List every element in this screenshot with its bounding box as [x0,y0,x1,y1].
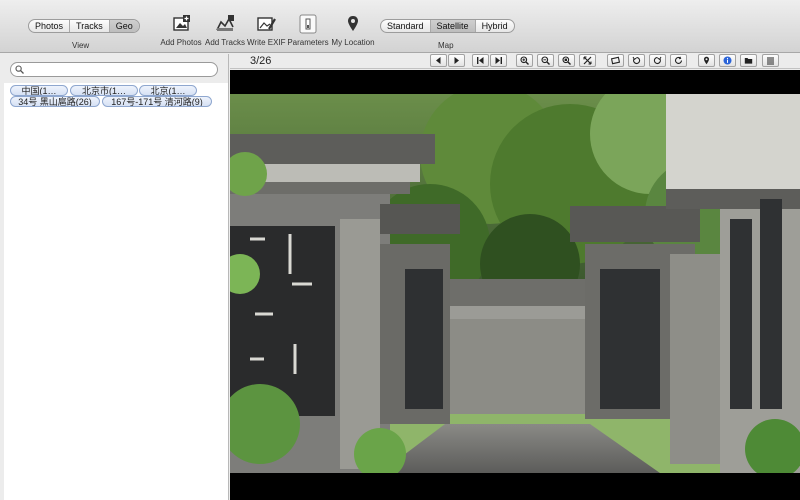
folder-icon [744,58,753,64]
location-button[interactable] [698,54,715,67]
rotate-left-icon [632,56,641,64]
tab-hybrid[interactable]: Hybrid [476,20,514,32]
geo-tag-beijing-city[interactable]: 北京市(1… [70,85,138,96]
map-group-label: Map [438,41,454,50]
map-type-segmented-control[interactable]: Standard Satellite Hybrid [380,19,515,33]
geo-tag-list: 中国(1… 北京市(1… 北京(1… 34号 黑山扈路(26) 167号-171… [4,83,228,500]
zoom-in-icon [520,56,529,65]
first-photo-button[interactable] [472,54,489,67]
write-exif-icon [257,17,276,31]
fullscreen-button[interactable] [579,54,596,67]
tab-tracks[interactable]: Tracks [70,20,110,32]
tab-geo[interactable]: Geo [109,20,139,32]
crop-icon [611,56,620,65]
zoom-fit-icon [562,56,571,65]
geo-tag-china[interactable]: 中国(1… [10,85,68,96]
write-exif-button[interactable]: Write EXIF [247,14,286,47]
sidebar: 中国(1… 北京市(1… 北京(1… 34号 黑山扈路(26) 167号-171… [0,54,229,500]
my-location-label: My Location [331,38,375,47]
list-button[interactable] [762,54,779,67]
tab-satellite[interactable]: Satellite [430,20,476,32]
info-icon [723,56,732,65]
next-photo-button[interactable] [448,54,465,67]
parameters-button[interactable]: Parameters [287,14,329,47]
list-icon [767,57,774,65]
parameters-icon [299,14,317,34]
crop-button[interactable] [607,54,624,67]
geo-tag-heishanhu-road[interactable]: 34号 黑山扈路(26) [10,96,100,107]
info-button[interactable] [719,54,736,67]
rotate-right-icon [653,56,662,64]
view-segmented-control[interactable]: Photos Tracks Geo [28,19,140,33]
refresh-icon [674,56,683,64]
add-tracks-label: Add Tracks [204,38,245,47]
location-pin-icon [704,56,709,65]
add-photos-label: Add Photos [160,38,202,47]
zoom-fit-button[interactable] [558,54,575,67]
last-icon [495,57,502,64]
tab-photos[interactable]: Photos [29,20,71,32]
prev-icon [436,57,441,64]
parameters-label: Parameters [287,38,329,47]
search-icon [15,65,24,74]
location-pin-icon [348,16,358,31]
rotate-left-button[interactable] [628,54,645,67]
photo-counter: 3/26 [250,55,272,67]
photo-image [230,94,800,473]
search-input[interactable] [27,64,213,75]
add-photos-button[interactable]: Add Photos [158,14,204,47]
my-location-button[interactable]: My Location [331,14,375,47]
rotate-right-button[interactable] [649,54,666,67]
write-exif-label: Write EXIF [247,38,286,47]
search-field[interactable] [10,62,218,77]
toolbar: Photos Tracks Geo View Add Photos Add Tr… [0,0,800,53]
fullscreen-icon [583,56,592,65]
folder-button[interactable] [740,54,757,67]
next-icon [454,57,459,64]
last-photo-button[interactable] [490,54,507,67]
viewer-toolbar: 3/26 [230,54,800,69]
view-group-label: View [72,41,90,50]
add-tracks-button[interactable]: Add Tracks [204,14,246,47]
geo-tag-beijing[interactable]: 北京(1… [139,85,197,96]
geo-tag-qinghe-road[interactable]: 167号-171号 清河路(9) [102,96,212,107]
tab-standard[interactable]: Standard [381,20,431,32]
first-icon [477,57,484,64]
add-tracks-icon [216,15,234,31]
zoom-in-button[interactable] [516,54,533,67]
photo-viewer[interactable] [230,70,800,500]
add-photos-icon [173,15,190,31]
zoom-out-icon [541,56,550,65]
prev-photo-button[interactable] [430,54,447,67]
refresh-button[interactable] [670,54,687,67]
zoom-out-button[interactable] [537,54,554,67]
